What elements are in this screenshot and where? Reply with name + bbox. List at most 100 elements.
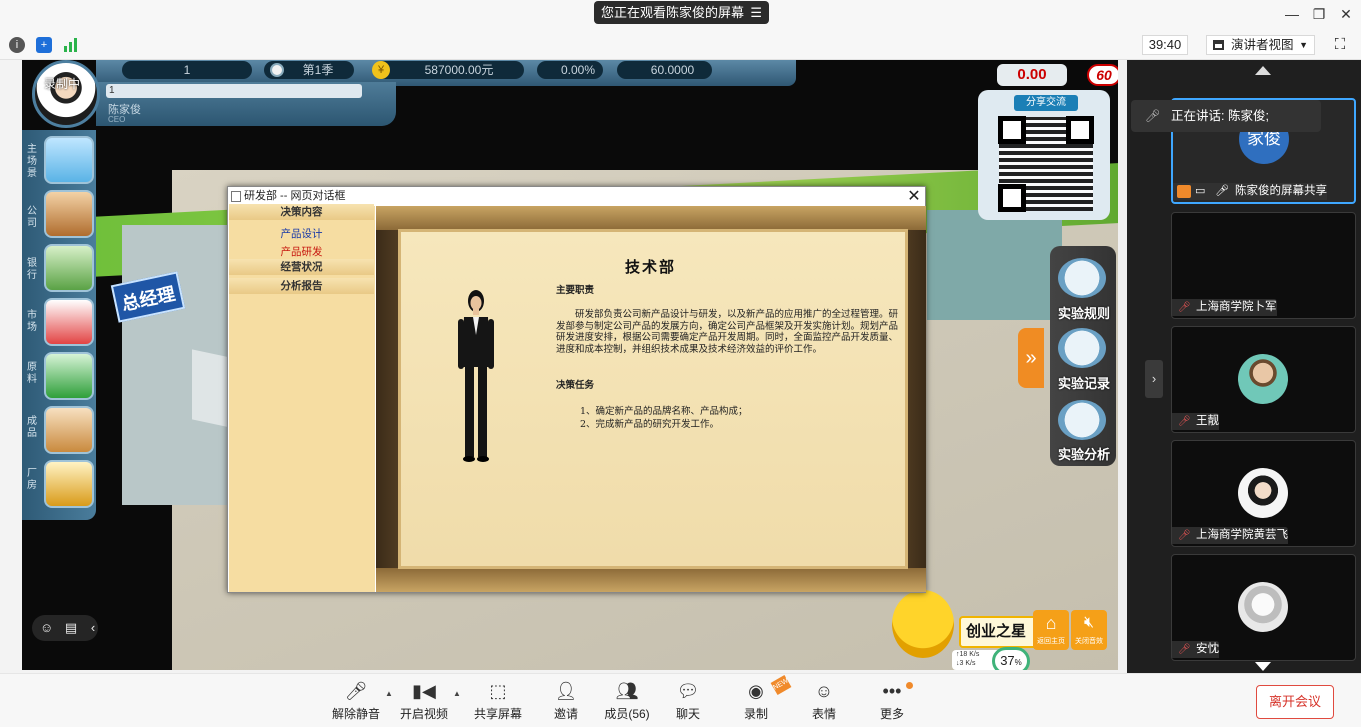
menu-label-company[interactable]: 公司: [27, 206, 39, 230]
scroll-down-icon[interactable]: [1255, 662, 1271, 671]
reactions-label: 表情: [811, 707, 836, 721]
close-icon[interactable]: ✕: [904, 187, 924, 206]
screen-share-notice[interactable]: 您正在观看陈家俊的屏幕 ☰: [594, 1, 769, 24]
frame-border: [376, 206, 926, 230]
rd-dialog: 研发部 -- 网页对话框 ✕ 决策内容 产品设计 产品研发 经营状况 分析报告 …: [227, 186, 926, 593]
limit-gauge: 60: [1087, 64, 1121, 86]
more-button[interactable]: ••• 更多: [860, 681, 924, 722]
tab-operations[interactable]: 经营状况: [229, 259, 374, 275]
chevron-left-icon[interactable]: ‹: [91, 620, 95, 635]
experiment-rules-button[interactable]: 实验规则: [1052, 303, 1116, 322]
qr-finder: [998, 184, 1026, 212]
tab-product-design[interactable]: 产品设计: [229, 226, 374, 242]
cart-icon[interactable]: [44, 298, 94, 346]
box-icon[interactable]: [44, 406, 94, 454]
task-item: 2、完成新产品的研究开发工作。: [580, 419, 720, 430]
page-icon: [231, 191, 241, 202]
unmute-label: 解除静音: [331, 707, 380, 721]
share-screen-button[interactable]: ⬚ 共享屏幕: [466, 681, 530, 722]
avatar: [1238, 582, 1288, 632]
money-icon[interactable]: [44, 244, 94, 292]
experiment-record-button[interactable]: 实验记录: [1052, 373, 1116, 392]
home-button[interactable]: ⌂ 返回主页: [1033, 610, 1069, 650]
chat-label: 聊天: [675, 707, 700, 721]
view-mode-dropdown[interactable]: 演讲者视图 ▼: [1206, 35, 1315, 55]
shield-icon[interactable]: +: [36, 37, 52, 53]
share-label: 共享屏幕: [473, 707, 522, 721]
chevron-down-icon: ▼: [1299, 40, 1308, 50]
coin-icon: ¥: [372, 61, 390, 79]
record-icon[interactable]: [1058, 328, 1106, 368]
invite-button[interactable]: 👤︎ 邀请: [534, 681, 598, 722]
start-video-button[interactable]: ▮◀ 开启视频: [392, 681, 456, 722]
menu-label-factory[interactable]: 厂房: [27, 468, 39, 492]
participant-name-bar: 🎤︎ 安忱: [1172, 641, 1219, 658]
game-chat-controls[interactable]: ☺ ▤ ‹: [32, 615, 98, 641]
duty-heading: 主要职责: [556, 285, 595, 296]
chevron-up-icon[interactable]: ▲: [453, 689, 461, 698]
barrel-icon[interactable]: [44, 352, 94, 400]
tab-decision-content[interactable]: 决策内容: [229, 204, 374, 220]
reactions-button[interactable]: ☺ 表情: [792, 681, 856, 722]
notification-dot: [906, 682, 913, 689]
signal-icon[interactable]: [63, 37, 79, 53]
record-icon: ◉: [748, 681, 764, 701]
participant-tile[interactable]: 🎤︎ 安忱: [1171, 554, 1356, 661]
menu-label-bank[interactable]: 银行: [27, 258, 39, 282]
rules-icon[interactable]: [1058, 258, 1106, 298]
menu-label-product[interactable]: 成品: [27, 416, 39, 440]
analysis-icon[interactable]: [1058, 400, 1106, 440]
participant-name: 上海商学院黄芸飞: [1196, 529, 1288, 541]
progress-percent: 37%: [992, 647, 1030, 670]
share-screen-icon: ⬚: [489, 681, 507, 701]
briefcase-icon[interactable]: [44, 190, 94, 238]
city-icon[interactable]: [44, 136, 94, 184]
unmute-button[interactable]: 🎤︎ 解除静音: [324, 681, 388, 722]
fullscreen-icon[interactable]: ⛶: [1331, 36, 1349, 54]
video-label: 开启视频: [399, 707, 448, 721]
participant-name: 安忱: [1196, 643, 1219, 655]
collapse-panel-button[interactable]: ›: [1145, 360, 1163, 398]
tools-icon[interactable]: [44, 460, 94, 508]
chevron-right-icon[interactable]: »: [1018, 328, 1044, 388]
tab-analysis-report[interactable]: 分析报告: [229, 278, 374, 294]
task-heading: 决策任务: [556, 380, 595, 391]
percent-unit: %: [1014, 658, 1022, 667]
mute-sound-button[interactable]: 🔇︎ 关闭音效: [1071, 610, 1107, 650]
participant-name-bar: 🎤︎ 上海商学院黄芸飞: [1172, 527, 1288, 544]
dialog-title: 研发部 -- 网页对话框: [244, 190, 346, 202]
minimize-icon[interactable]: —: [1281, 4, 1303, 24]
participant-name-bar: 🎤︎ 上海商学院卜军: [1172, 299, 1277, 316]
menu-label-material[interactable]: 原料: [27, 362, 39, 386]
speaking-indicator: 🎤︎ 正在讲话: 陈家俊;: [1131, 100, 1321, 132]
mascot-star: [892, 590, 954, 658]
participant-name: 上海商学院卜军: [1196, 301, 1277, 313]
emoji-icon: ☺: [814, 681, 834, 701]
qr-title: 分享交流: [1014, 95, 1078, 111]
chat-button[interactable]: 💬︎ 聊天: [656, 681, 720, 722]
emoji-icon[interactable]: ☺: [40, 620, 53, 635]
mic-off-icon: 🎤︎: [344, 681, 368, 701]
scroll-up-icon[interactable]: [1255, 66, 1271, 75]
info-icon[interactable]: i: [9, 37, 25, 53]
menu-label-main[interactable]: 主场景: [27, 144, 39, 180]
members-button[interactable]: 👥︎ 成员(56): [595, 681, 659, 722]
participant-tile[interactable]: 🎤︎ 上海商学院卜军: [1171, 212, 1356, 319]
participant-tile[interactable]: 🎤︎ 上海商学院黄芸飞: [1171, 440, 1356, 547]
experiment-analysis-button[interactable]: 实验分析: [1052, 444, 1116, 463]
tab-product-rd[interactable]: 产品研发: [229, 244, 374, 260]
player-role: CEO: [108, 115, 126, 124]
player-avatar[interactable]: [32, 60, 100, 128]
player-input[interactable]: 1: [106, 84, 362, 98]
close-window-icon[interactable]: ✕: [1335, 4, 1357, 24]
message-icon[interactable]: ▤: [65, 620, 77, 635]
leave-meeting-button[interactable]: 离开会议: [1256, 685, 1334, 719]
participant-tile[interactable]: 🎤︎ 王靓: [1171, 326, 1356, 433]
list-icon[interactable]: ☰: [750, 1, 762, 24]
menu-label-market[interactable]: 市场: [27, 310, 39, 334]
restore-icon[interactable]: ❐: [1308, 4, 1330, 24]
screen-share-icon: ▭: [1195, 185, 1206, 197]
participant-name-bar: ▭ 🎤︎ 陈家俊的屏幕共享: [1173, 183, 1327, 200]
frame-border: [376, 568, 926, 592]
scrollbar[interactable]: [1118, 60, 1127, 670]
